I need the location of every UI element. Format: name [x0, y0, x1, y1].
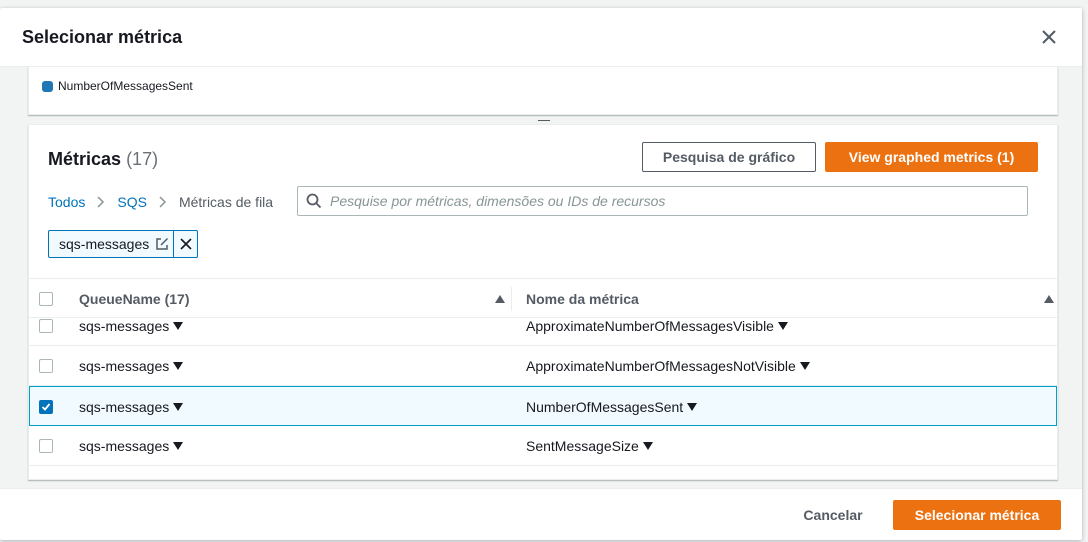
metric-name-cell: ApproximateNumberOfMessagesNotVisible	[526, 346, 810, 386]
metric-name: SentMessageSize	[526, 438, 639, 454]
row-checkbox[interactable]	[39, 479, 53, 480]
row-checkbox[interactable]	[39, 359, 53, 373]
metric-name-cell: SentMessageSize	[526, 426, 653, 466]
header-metric-name[interactable]: Nome da métrica	[526, 279, 639, 319]
metrics-count: (17)	[126, 149, 159, 169]
metric-name-cell: ApproximateNumberOfMessagesVisible	[526, 318, 788, 346]
breadcrumb-queue-metrics: Métricas de fila	[178, 194, 274, 210]
search-icon	[298, 193, 330, 209]
queue-name: sqs-messages	[79, 399, 170, 415]
metric-name: ApproximateNumberOfMessagesDelayed	[526, 478, 784, 479]
breadcrumb-all[interactable]: Todos	[48, 194, 85, 210]
metric-name: NumberOfMessagesSent	[526, 399, 684, 415]
select-metric-button[interactable]: Selecionar métrica	[893, 500, 1061, 530]
chevron-right-icon	[97, 196, 105, 208]
table-row[interactable]: sqs-messages ApproximateNumberOfMessagesN…	[29, 346, 1057, 386]
dropdown-caret-icon[interactable]	[642, 442, 653, 450]
row-checkbox[interactable]	[39, 400, 53, 414]
checkbox-cell	[39, 387, 53, 427]
queue-name-cell: sqs-messages	[79, 346, 184, 386]
row-checkbox[interactable]	[39, 319, 53, 333]
modal-title: Selecionar métrica	[22, 26, 183, 47]
queue-name: sqs-messages	[79, 478, 169, 479]
dropdown-caret-icon[interactable]	[173, 442, 184, 450]
dropdown-caret-icon[interactable]	[777, 322, 788, 330]
metrics-title-text: Métricas	[48, 149, 122, 169]
close-icon[interactable]	[1038, 26, 1060, 48]
queue-name-cell: sqs-messages	[79, 318, 184, 346]
dropdown-caret-icon[interactable]	[687, 403, 698, 411]
graph-legend: NumberOfMessagesSent	[28, 67, 1058, 115]
modal-header: Selecionar métrica	[0, 8, 1082, 67]
filter-token-label: sqs-messages	[59, 236, 150, 252]
queue-name: sqs-messages	[79, 318, 170, 334]
dropdown-caret-icon[interactable]	[799, 362, 810, 370]
legend-label: NumberOfMessagesSent	[58, 79, 193, 93]
view-graphed-metrics-button[interactable]: View graphed metrics (1)	[825, 142, 1038, 172]
close-icon[interactable]	[173, 231, 197, 257]
column-divider	[511, 287, 512, 311]
queue-name-cell: sqs-messages	[79, 426, 184, 466]
table-row[interactable]: sqs-messages NumberOfMessagesSent	[29, 386, 1057, 426]
metric-name-cell: ApproximateNumberOfMessagesDelayed	[526, 466, 798, 479]
metric-name: ApproximateNumberOfMessagesNotVisible	[526, 358, 796, 374]
graph-search-button[interactable]: Pesquisa de gráfico	[642, 142, 816, 172]
queue-name: sqs-messages	[79, 438, 170, 454]
metrics-title: Métricas (17)	[48, 149, 158, 170]
cancel-button[interactable]: Cancelar	[780, 500, 886, 530]
queue-name: sqs-messages	[79, 358, 170, 374]
metric-name-cell: NumberOfMessagesSent	[526, 387, 698, 427]
table-row[interactable]: sqs-messages SentMessageSize	[29, 426, 1057, 466]
select-metric-modal: Selecionar métrica NumberOfMessagesSent …	[0, 8, 1082, 540]
metrics-panel: Métricas (17) Pesquisa de gráfico View g…	[28, 124, 1058, 480]
select-all-cell	[39, 279, 53, 319]
sort-asc-icon[interactable]	[1044, 279, 1054, 319]
table-row[interactable]: sqs-messages ApproximateNumberOfMessagesV…	[29, 318, 1057, 346]
select-all-checkbox[interactable]	[39, 292, 53, 306]
legend-item[interactable]: NumberOfMessagesSent	[42, 79, 193, 93]
checkbox-cell	[39, 466, 53, 480]
table-body: sqs-messages ApproximateNumberOfMessagesV…	[29, 318, 1057, 480]
dropdown-caret-icon[interactable]	[173, 362, 184, 370]
chevron-right-icon	[159, 196, 167, 208]
table-header: QueueName (17) Nome da métrica	[29, 278, 1057, 318]
modal-body: NumberOfMessagesSent Métricas (17) Pesqu…	[0, 67, 1082, 488]
breadcrumb: Todos SQS Métricas de fila	[48, 193, 273, 211]
filter-token: sqs-messages	[48, 230, 199, 258]
queue-name-cell: sqs-messages	[79, 387, 184, 427]
legend-swatch	[42, 80, 53, 92]
search-input[interactable]	[330, 187, 1027, 215]
checkbox-cell	[39, 318, 53, 346]
sort-asc-icon[interactable]	[495, 279, 505, 319]
dropdown-caret-icon[interactable]	[173, 322, 184, 330]
edit-icon[interactable]	[155, 231, 173, 257]
metric-search	[297, 186, 1028, 216]
header-queue-name[interactable]: QueueName (17)	[79, 279, 189, 319]
table-row[interactable]: sqs-messages ApproximateNumberOfMessagesD…	[29, 466, 1057, 480]
modal-footer: Cancelar Selecionar métrica	[0, 488, 1082, 540]
row-checkbox[interactable]	[39, 439, 53, 453]
metric-name: ApproximateNumberOfMessagesVisible	[526, 318, 774, 334]
checkbox-cell	[39, 426, 53, 466]
queue-name-cell: sqs-messages	[79, 466, 183, 479]
checkbox-cell	[39, 346, 53, 386]
breadcrumb-sqs[interactable]: SQS	[117, 194, 147, 210]
metrics-table: QueueName (17) Nome da métrica sqs-messa…	[29, 278, 1057, 480]
dropdown-caret-icon[interactable]	[173, 403, 184, 411]
